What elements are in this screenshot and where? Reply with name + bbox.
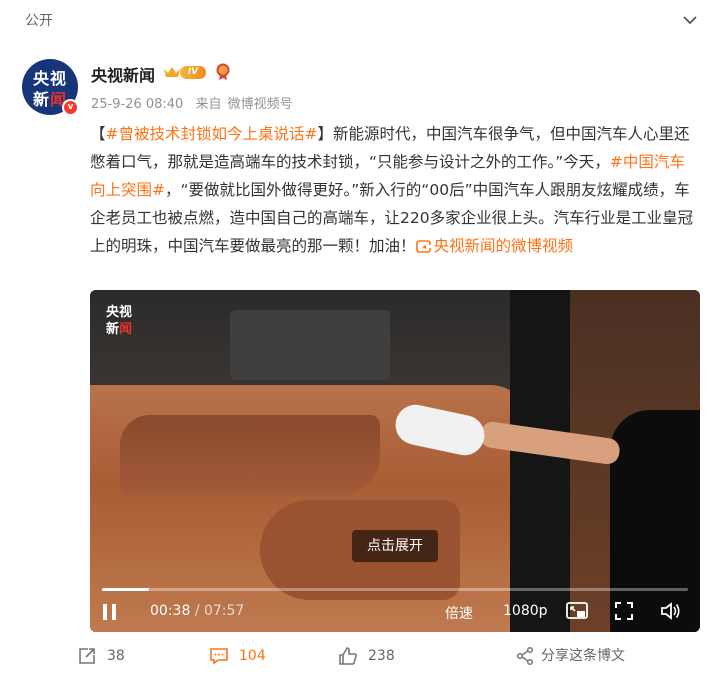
source-prefix: 来自 <box>195 97 222 112</box>
video-frame-door-panel <box>120 415 380 495</box>
video-frame-pillar <box>510 290 570 632</box>
medal-icon[interactable] <box>215 63 231 81</box>
avatar[interactable]: 央视 新闻 v <box>22 59 79 116</box>
repost-count: 38 <box>107 648 125 664</box>
fullscreen-icon[interactable] <box>614 601 634 621</box>
link-icon <box>415 240 431 253</box>
comment-icon <box>210 648 228 665</box>
resolution-button[interactable]: 1080p <box>503 603 548 619</box>
post-text: 【#曾被技术封锁如今上桌说话#】新能源时代，中国汽车很争气，但中国汽车人心里还憋… <box>90 125 694 255</box>
volume-icon[interactable] <box>660 601 682 621</box>
video-time: 00:38 / 07:57 <box>150 603 245 619</box>
post-time[interactable]: 25-9-26 08:40 <box>91 97 183 112</box>
pip-icon[interactable] <box>566 601 588 621</box>
video-progress-bar[interactable] <box>102 588 688 591</box>
post-meta: 25-9-26 08:40 来自 微博视频号 <box>91 93 301 112</box>
video-frame-window <box>230 310 390 380</box>
video-player[interactable]: 央视 新闻 点击展开 00:38 / 07:57 倍速 1080p <box>90 290 700 632</box>
topic-link[interactable]: #曾被技术封锁如今上桌说话# <box>106 125 318 143</box>
comment-count: 104 <box>239 648 266 664</box>
post-source[interactable]: 微博视频号 <box>228 97 293 112</box>
share-label: 分享这条博文 <box>541 648 625 664</box>
post-actions: 38 104 238 分享这条博文 <box>0 640 720 670</box>
video-frame-person <box>610 410 700 632</box>
crown-icon <box>164 67 180 77</box>
post-body-text: ，“要做就比国外做得更好。”新入行的“00后”中国汽车人跟朋友炫耀成绩，车企老员… <box>90 181 694 255</box>
like-count: 238 <box>368 648 395 664</box>
video-progress-fill <box>102 588 149 591</box>
author-name[interactable]: 央视新闻 <box>91 62 155 86</box>
chevron-down-icon[interactable] <box>680 10 700 30</box>
verified-badge: v <box>62 99 79 116</box>
video-link[interactable]: 央视新闻的微博视频 <box>415 237 573 255</box>
level-badge: IV <box>180 66 206 79</box>
expand-button[interactable]: 点击展开 <box>352 530 438 562</box>
video-watermark-logo: 央视 新闻 <box>106 305 133 337</box>
share-icon <box>516 646 534 666</box>
pause-icon[interactable] <box>100 602 120 622</box>
like-icon <box>339 647 357 665</box>
speed-button[interactable]: 倍速 <box>445 603 473 623</box>
post-header-bar: 公开 <box>0 0 720 40</box>
repost-icon <box>79 648 95 664</box>
visibility-label: 公开 <box>25 13 53 29</box>
